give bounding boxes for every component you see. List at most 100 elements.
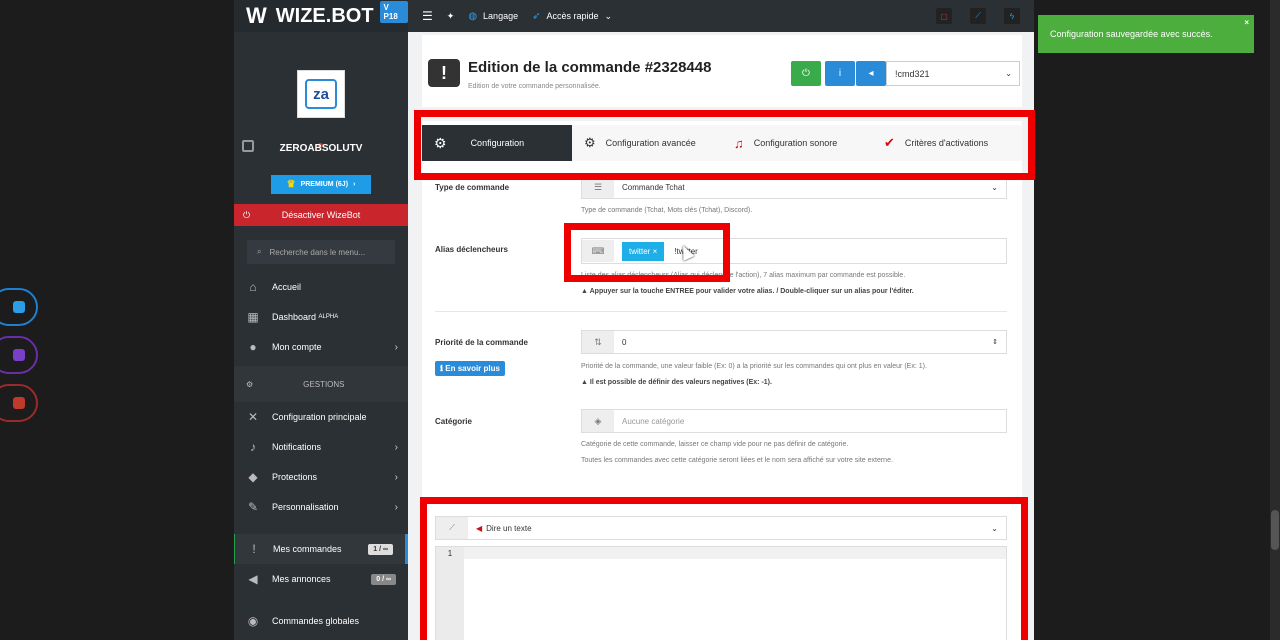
priorite-label: Priorité de la commande [435, 338, 528, 347]
command-icon: ! [252, 542, 256, 556]
crown-icon: ♛ [286, 178, 296, 190]
shield-icon: ◆ [248, 470, 258, 484]
sort-icon: ⇅ [582, 331, 614, 353]
sidebar-item-commandes-globales[interactable]: ◉ Commandes globales [234, 606, 408, 636]
float-button-purple[interactable] [0, 336, 38, 374]
chevron-down-icon: ⌄ [1005, 69, 1012, 78]
menu-toggle-button[interactable]: ☰ [422, 9, 433, 23]
pin-button[interactable]: ✦ [447, 11, 455, 22]
menu-search-input[interactable]: ⌕ Recherche dans le menu... [247, 240, 395, 264]
scroll-thumb[interactable] [1271, 510, 1279, 550]
sidebar-item-compte[interactable]: ● Mon compte › [234, 332, 408, 362]
premium-button[interactable]: ♛ PREMIUM (6J) › [271, 174, 371, 194]
sidebar-item-notifications[interactable]: ♪ Notifications › [234, 432, 408, 462]
chevron-right-icon: › [394, 441, 398, 453]
scrollbar[interactable] [1270, 0, 1280, 640]
float-button-blue[interactable] [0, 288, 38, 326]
back-button[interactable]: ◂ [856, 61, 886, 86]
pin-icon: ✦ [446, 10, 455, 21]
commandes-count-badge: 1 / ∞ [368, 543, 393, 555]
sidebar-item-dashboard[interactable]: ▦ Dashboard ALPHA [234, 302, 408, 332]
key-icon [13, 301, 25, 313]
float-button-red[interactable] [0, 384, 38, 422]
header-card: ! Edition de la commande #2328448 Editio… [422, 35, 1022, 107]
chevron-down-icon: ⌄ [991, 182, 998, 192]
priorite-input[interactable]: ⇅ 0 ⇕ [581, 330, 1007, 354]
topbar: ☰ ✦ ◍ Langage ➶ Accès rapide ⌄ ▢ ⟋ ϟ [408, 0, 1034, 32]
sidebar: W WIZE.BOT V P18 za ZEROABSOLUTV ♛ PREMI… [234, 0, 408, 640]
alias-warning: ▲ Appuyer sur la touche ENTREE pour vali… [581, 288, 914, 295]
success-toast: Configuration sauvegardée avec succès. × [1038, 15, 1254, 53]
avatar[interactable]: za [297, 70, 345, 118]
chevron-down-icon: ⌄ [604, 10, 613, 21]
exclamation-icon: ! [428, 59, 460, 87]
premium-label: PREMIUM (6J) [300, 180, 349, 188]
section-gestions: ⚙ GESTIONS [234, 366, 408, 402]
monitor-icon [13, 349, 25, 361]
expand-icon [13, 397, 25, 409]
wand-icon[interactable]: ⟋ [970, 8, 986, 24]
user-icon: ● [249, 340, 257, 354]
divider [435, 311, 1007, 312]
stepper-icon[interactable]: ⇕ [992, 338, 998, 346]
dashboard-icon: ▦ [247, 310, 259, 324]
type-help: Type de commande (Tchat, Mots clés (Tcha… [581, 207, 753, 214]
user-row: ZEROABSOLUTV [234, 132, 408, 164]
bell-icon: ♪ [250, 440, 256, 454]
info-icon: ℹ [440, 364, 444, 373]
chat-icon[interactable]: ▢ [936, 8, 952, 24]
sidebar-item-config-principale[interactable]: ✕ Configuration principale [234, 402, 408, 432]
bolt-icon[interactable]: ϟ [1004, 8, 1020, 24]
chevron-right-icon: › [394, 471, 398, 483]
disable-label: Désactiver WizeBot [281, 210, 361, 220]
warning-icon: ▲ [581, 379, 588, 386]
highlight-box-action [420, 497, 1028, 640]
sidebar-item-personnalisation[interactable]: ✎ Personnalisation › [234, 492, 408, 522]
gears-icon: ⚙ [246, 379, 254, 389]
alias-label: Alias déclencheurs [435, 245, 508, 254]
annonces-count-badge: 0 / ∞ [371, 573, 396, 585]
highlight-box-alias [564, 223, 730, 282]
globe-icon: ◉ [247, 614, 259, 628]
disable-wizebot-button[interactable]: ⏻ Désactiver WizeBot [234, 204, 408, 226]
logo-icon: W [246, 3, 267, 28]
categorie-label: Catégorie [435, 417, 472, 426]
chevron-right-icon: › [394, 501, 398, 513]
warning-icon: ▲ [581, 288, 588, 295]
sidebar-item-mes-commandes[interactable]: ! Mes commandes 1 / ∞ [234, 534, 408, 564]
power-icon: ⏻ [243, 209, 251, 220]
priorite-warning: ▲ Il est possible de définir des valeurs… [581, 379, 772, 386]
categorie-input[interactable]: ◈ Aucune catégorie [581, 409, 1007, 433]
chevron-right-icon: › [394, 341, 398, 353]
layers-icon: ◈ [582, 410, 614, 432]
megaphone-icon: ◀ [248, 572, 258, 586]
sidebar-item-protections[interactable]: ◆ Protections › [234, 462, 408, 492]
type-label: Type de commande [435, 183, 510, 192]
en-savoir-plus-button[interactable]: ℹ En savoir plus [435, 361, 505, 376]
search-icon: ⌕ [257, 247, 262, 256]
page-subtitle: Edition de votre commande personnalisée. [468, 83, 601, 90]
search-placeholder: Recherche dans le menu... [269, 247, 366, 257]
brand-name: WIZE.BOT [275, 4, 374, 27]
avatar-logo: za [305, 79, 337, 109]
command-select[interactable]: !cmd321 ⌄ [886, 61, 1020, 86]
version-badge: V P18 [379, 1, 408, 23]
priorite-help: Priorité de la commande, une valeur faib… [581, 363, 927, 370]
power-icon: ⏻ [802, 68, 810, 79]
username: ZEROABSOLUTV [279, 142, 363, 154]
langage-menu[interactable]: ◍ Langage [468, 11, 518, 22]
sidebar-item-accueil[interactable]: ⌂ Accueil [234, 272, 408, 302]
sidebar-item-mes-annonces[interactable]: ◀ Mes annonces 0 / ∞ [234, 564, 408, 594]
home-icon: ⌂ [249, 280, 257, 294]
acces-rapide-menu[interactable]: ➶ Accès rapide ⌄ [532, 11, 612, 22]
page-title: Edition de la commande #2328448 [468, 59, 712, 76]
brand[interactable]: W WIZE.BOT V P18 [234, 0, 408, 32]
twitch-icon [242, 140, 254, 152]
close-icon[interactable]: × [1244, 18, 1249, 27]
power-button[interactable]: ⏻ [791, 61, 821, 86]
profile: za [234, 32, 408, 150]
info-button[interactable]: i [825, 61, 855, 86]
highlight-box-tabs [414, 110, 1035, 180]
categorie-help-2: Toutes les commandes avec cette catégori… [581, 457, 893, 464]
arrow-left-icon: ◂ [868, 68, 874, 79]
